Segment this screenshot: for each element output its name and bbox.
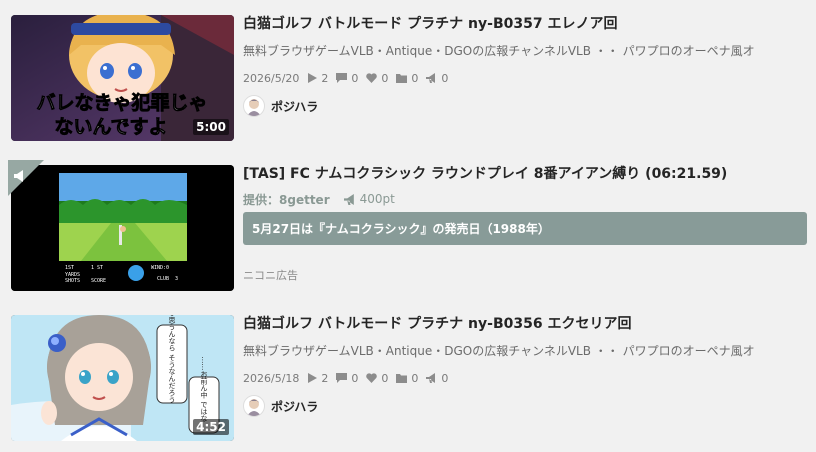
avatar [243, 395, 265, 417]
heart-icon [366, 73, 378, 83]
video-stats: 2026/5/18 2 0 0 0 0 [243, 371, 816, 385]
video-description: 無料ブラウザゲームVLB・Antique・DGOの広報チャンネルVLB ・・ パ… [243, 344, 755, 358]
ad-provider-row: 提供：8getter 400pt [243, 191, 816, 207]
view-count: 2 [307, 372, 328, 385]
avatar [243, 95, 265, 117]
ad-point-count: 0 [426, 72, 448, 85]
ad-provider[interactable]: 提供：8getter [243, 191, 330, 208]
video-thumbnail[interactable]: バレなきゃ犯罪じゃ ないんですよ 5:00 [11, 15, 234, 141]
megaphone-icon [426, 73, 436, 83]
comment-count: 0 [336, 372, 358, 385]
owner-name: ポジハラ [271, 399, 319, 414]
mylist-count: 0 [396, 72, 418, 85]
nicoad-label[interactable]: ニコニ広告 [243, 267, 816, 283]
video-item[interactable]: バレなきゃ犯罪じゃ ないんですよ 5:00 白猫ゴルフ バトルモード プラチナ … [0, 15, 816, 141]
play-icon [308, 373, 318, 383]
ad-points: 400pt [343, 192, 395, 206]
video-list: バレなきゃ犯罪じゃ ないんですよ 5:00 白猫ゴルフ バトルモード プラチナ … [0, 0, 816, 452]
duration-badge: 4:52 [193, 419, 229, 435]
hud-shots: SHOTS [65, 278, 80, 284]
post-date: 2026/5/20 [243, 71, 300, 85]
folder-icon [396, 374, 408, 383]
owner-link[interactable]: ポジハラ [243, 95, 816, 117]
hud-wind: WIND:0 [151, 265, 169, 271]
duration-badge: 5:00 [193, 119, 229, 135]
view-count: 2 [307, 72, 328, 85]
video-title[interactable]: 白猫ゴルフ バトルモード プラチナ ny-B0356 エクセリア回 [243, 315, 816, 333]
folder-icon [396, 74, 408, 83]
post-date: 2026/5/18 [243, 371, 300, 385]
comment-count: 0 [336, 72, 358, 85]
like-count: 0 [366, 372, 388, 385]
thumb-caption-1: バレなきゃ犯罪じゃ [36, 91, 207, 114]
hud-stroke: 1 ST [91, 265, 103, 271]
nicoad-corner-badge [8, 160, 44, 196]
video-stats: 2026/5/20 2 0 0 0 0 [243, 71, 816, 85]
video-description: 無料ブラウザゲームVLB・Antique・DGOの広報チャンネルVLB ・・ パ… [243, 44, 755, 58]
hud-club-number: 3 [175, 276, 178, 282]
ad-video-title[interactable]: [TAS] FC ナムコクラシック ラウンドプレイ 8番アイアン縛り (06:2… [243, 165, 816, 183]
owner-link[interactable]: ポジハラ [243, 395, 816, 417]
hud-club: CLUB [157, 276, 169, 282]
megaphone-icon [343, 193, 354, 205]
hud-hole: 1ST [65, 265, 74, 271]
ad-message: 5月27日は『ナムコクラシック』の発売日（1988年） [243, 212, 807, 245]
like-count: 0 [366, 72, 388, 85]
nicoad-item[interactable]: 1ST 1 ST WIND:0 YARDS SHOTS SCORE CLUB 3… [0, 160, 816, 291]
video-title[interactable]: 白猫ゴルフ バトルモード プラチナ ny-B0357 エレノア回 [243, 15, 816, 33]
comment-icon [336, 373, 348, 383]
mylist-count: 0 [396, 372, 418, 385]
thumb-caption-2: ないんですよ [54, 116, 167, 138]
heart-icon [366, 373, 378, 383]
ad-point-count: 0 [426, 372, 448, 385]
owner-name: ポジハラ [271, 99, 319, 114]
video-item[interactable]: お前が そう思うんなら そうなんだろう ……お前ん中 ではな 4:52 白猫ゴル… [0, 315, 816, 441]
ad-video-thumbnail[interactable]: 1ST 1 ST WIND:0 YARDS SHOTS SCORE CLUB 3 [11, 165, 234, 291]
comment-icon [336, 73, 348, 83]
thumb-bubble-2: ……お前ん中 ではな [200, 356, 208, 421]
hud-score: SCORE [91, 278, 106, 284]
megaphone-icon [426, 373, 436, 383]
thumb-bubble-1: お前が そう思うんなら そうなんだろう [168, 315, 176, 403]
video-thumbnail[interactable]: お前が そう思うんなら そうなんだろう ……お前ん中 ではな 4:52 [11, 315, 234, 441]
play-icon [308, 73, 318, 83]
